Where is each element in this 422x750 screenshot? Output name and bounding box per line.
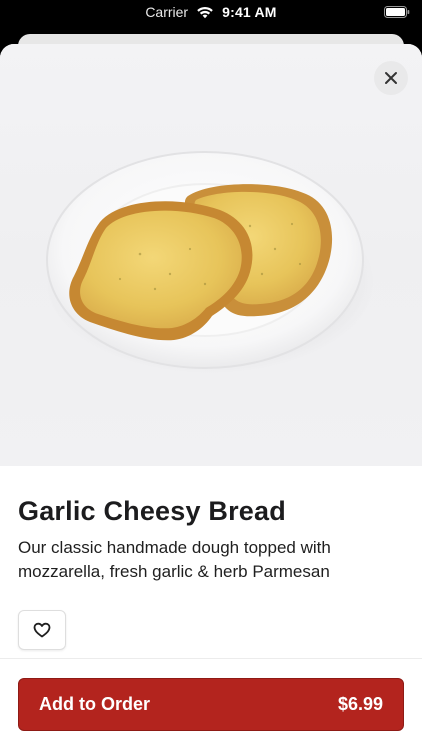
carrier-label: Carrier [145, 4, 189, 20]
status-time: 9:41 AM [222, 4, 277, 20]
product-description: Our classic handmade dough topped with m… [18, 538, 331, 581]
price-label: $6.99 [337, 694, 383, 714]
close-icon [385, 72, 397, 84]
heart-icon [33, 622, 51, 638]
item-detail-sheet: Garlic Cheesy Bread Our classic handmade… [0, 44, 422, 750]
battery-icon [384, 6, 410, 18]
add-to-order-button[interactable]: Add to Order $6.99 [18, 678, 404, 731]
status-center: Carrier 9:41 AM [0, 4, 422, 20]
favorite-button[interactable] [18, 610, 66, 650]
add-to-order-label: Add to Order [39, 694, 150, 714]
close-button[interactable] [374, 61, 408, 95]
product-image-area [0, 44, 422, 466]
wifi-icon [197, 6, 213, 19]
garlic-bread-image [45, 151, 375, 374]
status-bar: Carrier 9:41 AM [0, 0, 422, 28]
product-title: Garlic Cheesy Bread [18, 496, 286, 526]
divider [0, 658, 422, 659]
